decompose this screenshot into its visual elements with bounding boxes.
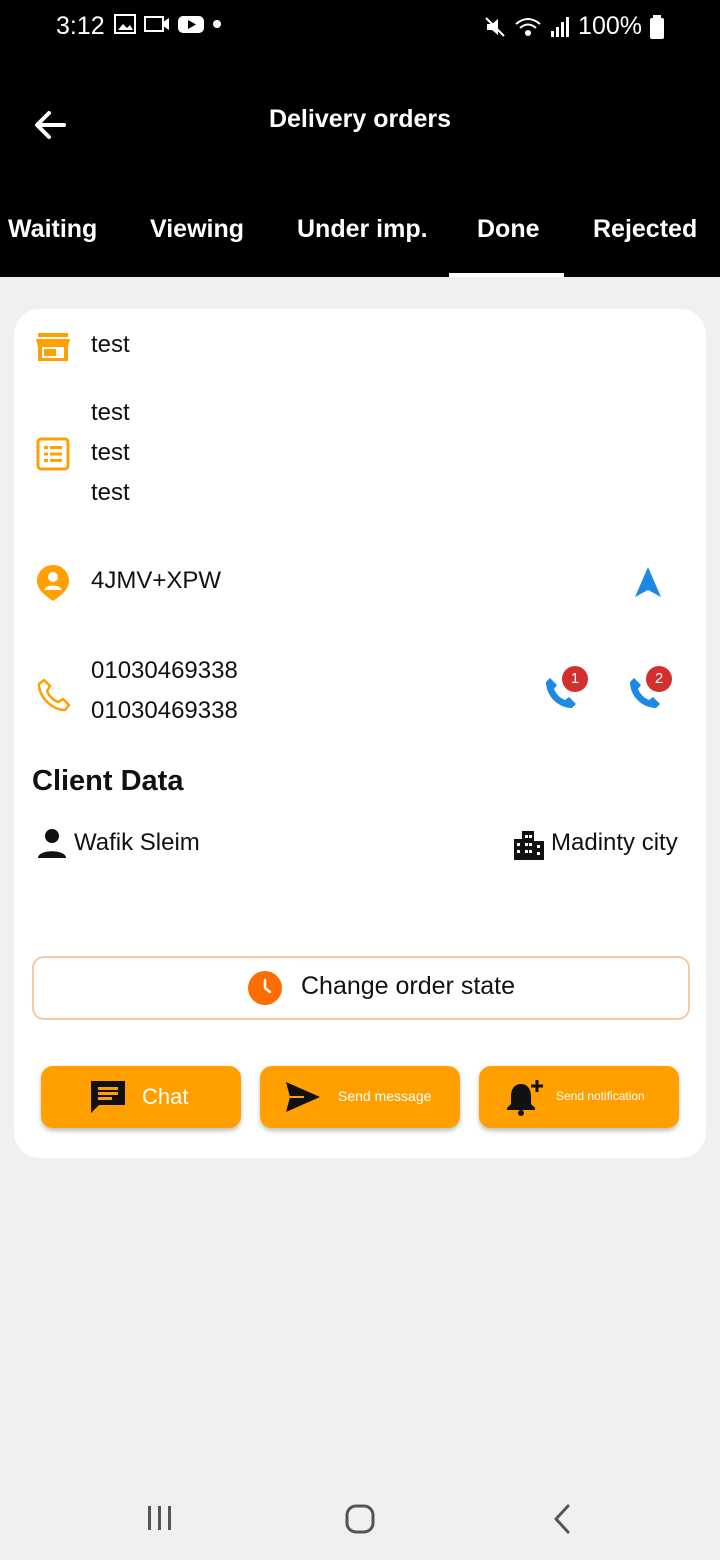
location-pin-icon — [37, 565, 69, 601]
bell-plus-icon — [507, 1080, 543, 1116]
phone-number: 01030469338 — [91, 657, 238, 684]
mute-icon — [485, 16, 505, 37]
order-item: test — [91, 439, 130, 466]
system-nav-bar — [0, 1470, 720, 1560]
change-order-state-button[interactable]: Change order state — [32, 956, 690, 1020]
order-item: test — [91, 399, 130, 426]
change-order-state-label: Change order state — [301, 972, 516, 1000]
client-data-title: Client Data — [32, 765, 184, 797]
client-name: Wafik Sleim — [74, 829, 200, 856]
person-icon — [38, 829, 66, 858]
navigation-icon[interactable] — [633, 565, 663, 599]
send-message-label: Send message — [338, 1088, 432, 1104]
list-icon — [36, 437, 70, 471]
page-title: Delivery orders — [268, 105, 452, 133]
app-bar: Delivery orders Waiting Viewing Under im… — [0, 55, 720, 277]
notification-icons — [114, 14, 222, 34]
order-card: test test test test 4JMV+XPW 01030469338… — [14, 309, 706, 1158]
back-icon[interactable] — [550, 1503, 574, 1535]
order-tabs: Waiting Viewing Under imp. Done Rejected — [0, 205, 720, 277]
chat-icon — [91, 1081, 125, 1113]
wifi-icon — [515, 17, 541, 36]
tab-selected-indicator — [449, 273, 564, 277]
phone-icon — [37, 678, 71, 712]
city-icon — [514, 831, 544, 860]
tab-rejected[interactable]: Rejected — [593, 215, 697, 244]
call-badge: 1 — [562, 666, 588, 692]
store-icon — [36, 333, 70, 361]
client-city: Madinty city — [551, 829, 678, 856]
tab-under-imp[interactable]: Under imp. — [297, 215, 428, 244]
store-name: test — [91, 331, 130, 358]
system-status: 100% — [484, 12, 664, 41]
call-badge: 2 — [646, 666, 672, 692]
chat-label: Chat — [142, 1084, 189, 1109]
image-icon — [114, 14, 136, 34]
signal-icon — [551, 16, 570, 37]
battery-icon — [650, 14, 664, 39]
home-icon[interactable] — [344, 1503, 376, 1535]
tab-viewing[interactable]: Viewing — [150, 215, 244, 244]
order-item: test — [91, 479, 130, 506]
battery-percent: 100% — [578, 12, 642, 40]
tab-done[interactable]: Done — [477, 215, 540, 244]
dot-icon — [213, 20, 221, 28]
send-icon — [286, 1082, 320, 1112]
recent-apps-icon[interactable] — [145, 1504, 175, 1532]
status-bar: 3:12 100% — [0, 0, 720, 55]
tab-waiting[interactable]: Waiting — [8, 215, 97, 244]
phone-number: 01030469338 — [91, 697, 238, 724]
send-message-button[interactable]: Send message — [260, 1066, 460, 1128]
send-notification-label: Send notification — [556, 1089, 645, 1103]
location-code: 4JMV+XPW — [91, 567, 222, 594]
youtube-icon — [178, 16, 204, 33]
chat-button[interactable]: Chat — [41, 1066, 241, 1128]
cast-icon — [144, 16, 169, 32]
clock-icon — [248, 971, 282, 1005]
send-notification-button[interactable]: Send notification — [479, 1066, 679, 1128]
status-time: 3:12 — [56, 12, 105, 40]
